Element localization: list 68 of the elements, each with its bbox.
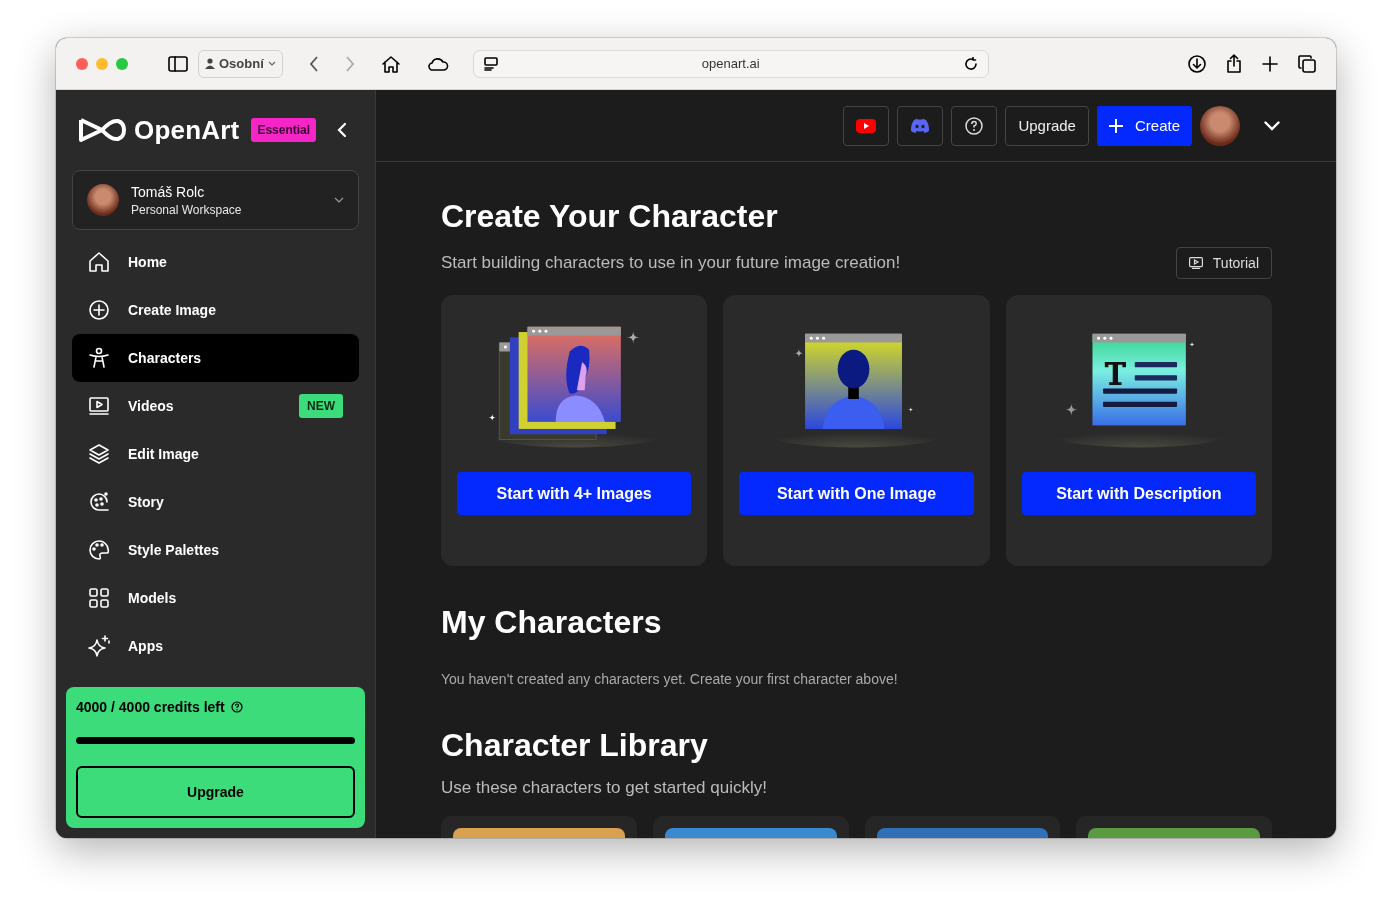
nav-item[interactable]: Characters [72, 334, 359, 382]
plus-icon[interactable] [1262, 55, 1278, 72]
tabs-icon[interactable] [1298, 54, 1316, 73]
nav-item[interactable]: Edit Image [72, 430, 359, 478]
workspace-name: Personal Workspace [131, 202, 243, 217]
section-title: My Characters [441, 604, 663, 641]
download-icon[interactable] [1188, 54, 1206, 73]
empty-state-text: You haven't created any characters yet. Create your first character above! [441, 671, 899, 687]
avatar[interactable] [1200, 105, 1240, 146]
help-button[interactable] [951, 105, 998, 146]
sidebar-toggle-icon[interactable] [168, 55, 188, 72]
nav-item[interactable]: Videos NEW [72, 382, 359, 430]
nav-item[interactable]: Apps [72, 622, 359, 670]
section-title: Create Your Character [441, 198, 779, 235]
chevron-down-icon[interactable] [1264, 120, 1280, 131]
back-icon[interactable] [308, 55, 319, 72]
upgrade-button[interactable]: Upgrade [1005, 105, 1089, 146]
discord-button[interactable] [897, 105, 944, 146]
logo-text: OpenArt [134, 114, 240, 146]
workspace-selector[interactable]: Tomáš Rolc Personal Workspace [72, 170, 359, 230]
credits-text: 4000 / 4000 credits left [76, 699, 225, 715]
start-button[interactable]: Start with Description [1021, 472, 1256, 516]
home-icon [88, 251, 110, 273]
plus-circle-icon [88, 299, 110, 321]
section-subtitle: Start building characters to use in your future image creation! [441, 253, 901, 273]
page-icon [483, 56, 498, 71]
chevron-down-icon [267, 61, 276, 66]
section-title: Character Library [441, 727, 709, 764]
logo-icon [78, 116, 126, 144]
create-button[interactable]: Create [1096, 105, 1192, 146]
nav-item[interactable]: Models [72, 574, 359, 622]
person-icon [88, 347, 110, 369]
tutorial-button[interactable]: Tutorial [1175, 247, 1272, 279]
avatar [87, 184, 119, 216]
user-name: Tomáš Rolc [131, 183, 206, 200]
share-icon[interactable] [1226, 54, 1242, 73]
plus-icon [1108, 118, 1123, 133]
help-icon[interactable] [230, 701, 243, 713]
play-icon [856, 118, 877, 133]
palette-icon [88, 539, 110, 561]
start-button[interactable]: Start with 4+ Images [457, 472, 692, 516]
section-subtitle: Use these characters to get started quickly! [441, 778, 768, 798]
person-icon [205, 58, 215, 69]
cloud-icon[interactable] [426, 56, 449, 71]
sparkle-icon [88, 635, 110, 657]
window-control-icon[interactable] [76, 57, 88, 70]
start-button[interactable]: Start with One Image [739, 472, 974, 516]
help-icon [965, 116, 984, 135]
youtube-button[interactable] [843, 105, 890, 146]
chevron-down-icon [334, 197, 344, 203]
nav-item[interactable]: Story [72, 478, 359, 526]
nav-item[interactable]: Home [72, 238, 359, 286]
upgrade-button[interactable]: Upgrade [76, 766, 355, 818]
plan-badge: Essential [251, 118, 317, 142]
layers-icon [88, 443, 110, 465]
home-icon[interactable] [380, 54, 401, 73]
collapse-icon[interactable] [337, 122, 347, 138]
grid-icon [88, 587, 110, 609]
film-reel-icon [88, 491, 110, 513]
address-bar[interactable]: openart.ai [472, 49, 989, 78]
game-controller-icon [910, 118, 931, 133]
video-icon [1188, 257, 1203, 269]
video-icon [88, 395, 110, 417]
reload-icon[interactable] [963, 56, 978, 71]
nav-item[interactable]: Style Palettes [72, 526, 359, 574]
nav-item[interactable]: Create Image [72, 286, 359, 334]
new-badge: NEW [299, 394, 343, 418]
profile-button[interactable]: Osobní [198, 49, 283, 78]
